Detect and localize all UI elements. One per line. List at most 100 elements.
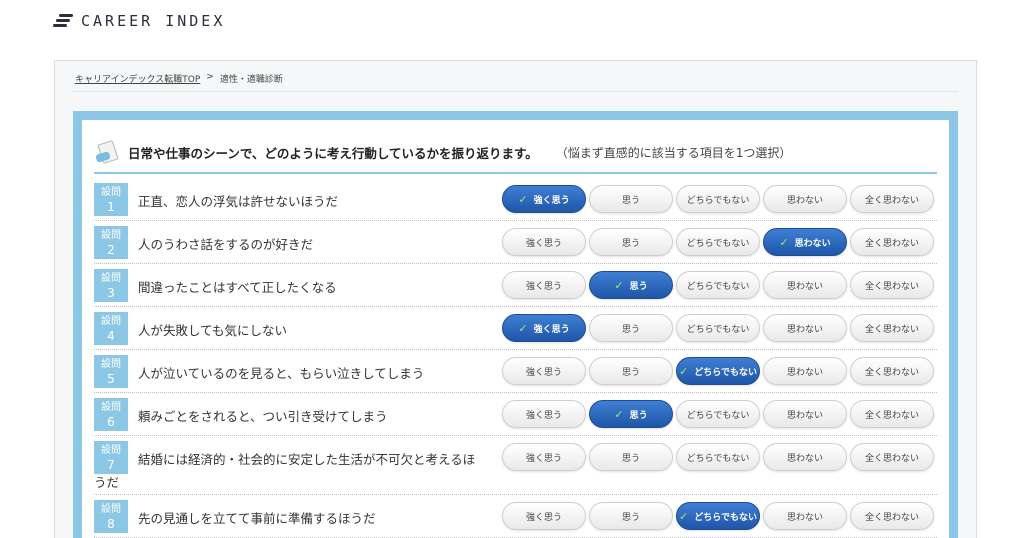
option-label: どちらでもない [686,238,750,249]
question-text: 人が失敗しても気にしない [138,323,288,338]
option-strongly-disagree-button[interactable]: ✓全く思わない [850,443,934,471]
option-label: 全く思わない [864,410,919,421]
option-label: 全く思わない [864,195,919,206]
option-label: どちらでもない [686,410,750,421]
option-strongly-disagree-button[interactable]: ✓全く思わない [850,357,934,385]
answer-options: ✓強く思う✓思う✓どちらでもない✓思わない✓全く思わない [502,443,934,471]
option-neutral-button[interactable]: ✓どちらでもない [676,271,760,299]
option-label: 強く思う [525,512,562,523]
option-label: どちらでもない [686,281,750,292]
option-strongly-agree-button[interactable]: ✓強く思う [502,357,586,385]
option-agree-button[interactable]: ✓思う [589,400,673,428]
option-disagree-button[interactable]: ✓思わない [763,357,847,385]
option-strongly-disagree-button[interactable]: ✓全く思わない [850,185,934,213]
option-strongly-disagree-button[interactable]: ✓全く思わない [850,400,934,428]
logo-text: CAREER INDEX [81,12,226,30]
option-disagree-button[interactable]: ✓思わない [763,400,847,428]
option-label: 思わない [786,324,823,335]
option-disagree-button[interactable]: ✓思わない [763,271,847,299]
option-strongly-agree-button[interactable]: ✓強く思う [502,185,586,213]
option-label: 強く思う [533,195,570,206]
question-number: 6 [107,415,115,429]
option-label: 思わない [786,367,823,378]
option-label: 全く思わない [864,367,919,378]
content-container: キャリアインデックス転職TOP > 適性・適職診断 日常や仕事のシーンで、どのよ… [54,60,977,538]
check-icon: ✓ [679,364,689,378]
question-number: 1 [107,200,115,214]
option-strongly-agree-button[interactable]: ✓ 強く思う [502,314,586,342]
option-label: 思う [621,324,640,335]
question-number: 2 [107,243,115,257]
option-strongly-agree-button[interactable]: ✓強く思う [502,502,586,530]
option-label: 思わない [786,410,823,421]
option-agree-button[interactable]: ✓思う [589,185,673,213]
option-strongly-disagree-button[interactable]: ✓全く思わない [850,271,934,299]
option-disagree-button[interactable]: ✓思わない [763,502,847,530]
option-agree-button[interactable]: ✓思う [589,314,673,342]
option-strongly-disagree-button[interactable]: ✓全く思わない [850,502,934,530]
option-agree-button[interactable]: ✓思う [589,228,673,256]
question-text: 頼みごとをされると、つい引き受けてしまう [138,409,388,424]
option-agree-button[interactable]: ✓思う [589,443,673,471]
breadcrumb: キャリアインデックス転職TOP > 適性・適職診断 [75,72,283,85]
option-disagree-button[interactable]: ✓思わない [763,185,847,213]
option-neutral-button[interactable]: ✓どちらでもない [676,314,760,342]
option-label: 強く思う [525,367,562,378]
check-icon: ✓ [779,235,789,249]
option-strongly-agree-button[interactable]: ✓強く思う [502,443,586,471]
option-label: どちらでもない [686,453,750,464]
question-number-badge: 設問 8 [94,500,128,533]
option-label: 思わない [786,195,823,206]
check-icon: ✓ [614,278,624,292]
option-agree-button[interactable]: ✓思う [589,271,673,299]
career-index-logo[interactable]: CAREER INDEX [53,12,225,30]
option-label: 強く思う [525,238,562,249]
option-disagree-button[interactable]: ✓思わない [763,443,847,471]
breadcrumb-current: 適性・適職診断 [219,75,283,85]
option-agree-button[interactable]: ✓思う [589,357,673,385]
option-strongly-agree-button[interactable]: ✓強く思う [502,228,586,256]
option-neutral-button[interactable]: ✓どちらでもない [676,400,760,428]
question-number: 5 [107,372,115,386]
answer-options: ✓ 強く思う ✓思う✓どちらでもない✓思わない✓全く思わない [502,314,934,342]
check-icon: ✓ [518,321,528,335]
option-strongly-disagree-button[interactable]: ✓全く思わない [850,314,934,342]
divider [73,91,958,92]
question-text: 間違ったことはすべて正したくなる [138,280,337,295]
question-text: 人のうわさ話をするのが好きだ [138,237,314,252]
option-label: 全く思わない [864,453,919,464]
breadcrumb-home-link[interactable]: キャリアインデックス転職TOP [75,72,200,85]
option-neutral-button[interactable]: ✓どちらでもない [676,185,760,213]
option-label: 思う [621,238,640,249]
option-label: 強く思う [533,324,570,335]
question-row: 設問 4 人が失敗しても気にしない ✓ 強く思う ✓思う✓どちらでもない✓思わない✓全く思… [94,307,937,350]
instructions-main: 日常や仕事のシーンで、どのように考え行動しているかを振り返ります。 [128,145,538,161]
answer-options: ✓強く思う✓思う✓どちらでもない✓思わない✓全く思わない [502,357,934,385]
diagnosis-frame: 日常や仕事のシーンで、どのように考え行動しているかを振り返ります。 （悩まず直感… [73,111,958,538]
option-agree-button[interactable]: ✓思う [589,502,673,530]
question-text-continued: うだ [94,475,120,490]
answer-options: ✓強く思う✓思う✓どちらでもない✓思わない✓全く思わない [502,185,934,213]
option-strongly-agree-button[interactable]: ✓強く思う [502,400,586,428]
option-label: 全く思わない [864,281,919,292]
option-neutral-button[interactable]: ✓どちらでもない [676,502,760,530]
answer-options: ✓強く思う✓思う✓どちらでもない✓思わない✓全く思わない [502,271,934,299]
option-label: 思わない [794,238,831,249]
question-row: 設問 1 正直、恋人の浮気は許せないほうだ ✓ 強く思う ✓思う✓どちらでもない✓思わない… [94,178,937,221]
option-neutral-button[interactable]: ✓どちらでもない [676,443,760,471]
question-label: 設問 [101,230,121,241]
option-label: 全く思わない [864,238,919,249]
question-number: 8 [107,517,115,531]
question-row: 設問 2 人のうわさ話をするのが好きだ ✓強く思う✓思う✓どちらでもない ✓ 思わない ✓全… [94,221,937,264]
option-strongly-agree-button[interactable]: ✓強く思う [502,271,586,299]
option-strongly-disagree-button[interactable]: ✓全く思わない [850,228,934,256]
option-neutral-button[interactable]: ✓どちらでもない [676,228,760,256]
breadcrumb-separator: > [206,72,214,82]
option-disagree-button[interactable]: ✓思わない [763,314,847,342]
option-neutral-button[interactable]: ✓どちらでもない [676,357,760,385]
question-number: 4 [107,329,115,343]
stripes-logo-icon [53,14,73,28]
option-disagree-button[interactable]: ✓ 思わない [763,228,847,256]
question-label: 設問 [101,504,121,515]
option-label: 思う [621,453,640,464]
